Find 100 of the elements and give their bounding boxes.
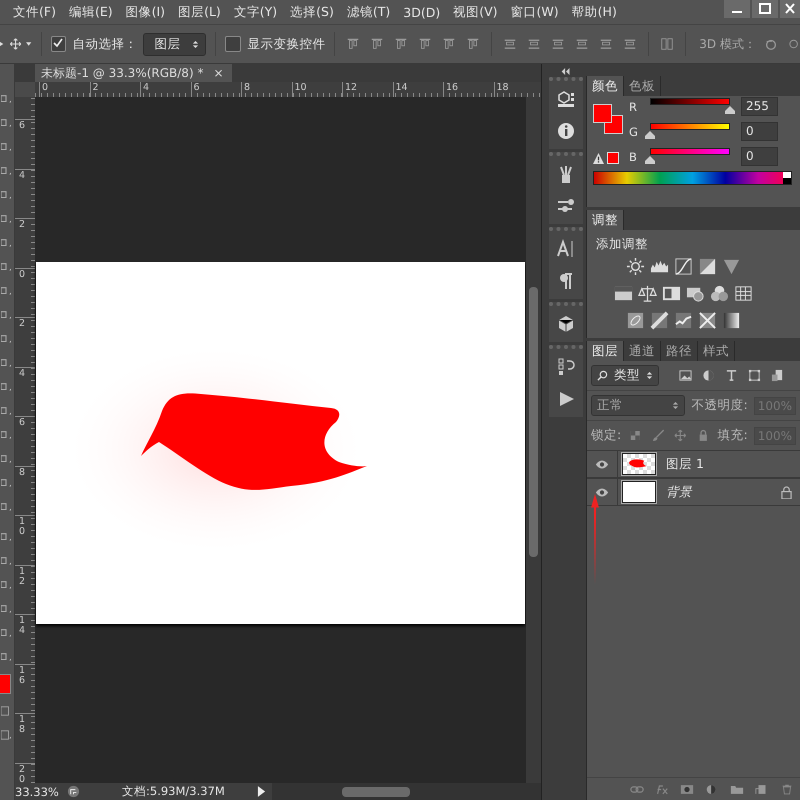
align-icon[interactable]	[370, 37, 384, 51]
vertical-scrollbar[interactable]	[526, 97, 541, 783]
target-dropdown[interactable]: 图层	[143, 32, 206, 56]
quick-mask-icon[interactable]	[1, 704, 11, 718]
panel-tab[interactable]: 调整	[587, 210, 624, 230]
layer-row[interactable]: 背景	[587, 478, 800, 506]
eye-icon[interactable]	[595, 460, 609, 468]
adjustment-filter-icon[interactable]	[702, 369, 715, 382]
info-icon[interactable]	[556, 121, 576, 141]
ruler-label: 6	[190, 82, 241, 97]
grid-icon[interactable]	[734, 284, 753, 303]
distribute-icon[interactable]	[551, 37, 566, 51]
channel-value-field[interactable]: 0	[741, 147, 778, 166]
mask-icon[interactable]	[680, 784, 694, 794]
brightness-icon[interactable]	[626, 257, 645, 276]
move-icon[interactable]	[674, 429, 687, 442]
link-icon[interactable]	[630, 784, 644, 794]
align-icon[interactable]	[466, 37, 480, 51]
lock-icon[interactable]	[696, 429, 710, 442]
align-icon[interactable]	[394, 37, 408, 51]
distribute-icon[interactable]	[623, 37, 638, 51]
maximize-icon[interactable]	[752, 0, 778, 18]
distribute-icon[interactable]	[599, 37, 614, 51]
menu-item[interactable]: 图像(I)	[126, 4, 166, 20]
effects-icon[interactable]	[655, 784, 669, 794]
menu-item[interactable]: 文字(Y)	[234, 4, 278, 20]
mixer-icon[interactable]	[710, 284, 729, 303]
brush-icon[interactable]	[652, 429, 664, 442]
menu-item[interactable]: 文件(F)	[13, 4, 56, 20]
menu-item[interactable]: 帮助(H)	[572, 4, 617, 20]
eye-icon[interactable]	[595, 488, 609, 496]
menu-item[interactable]: 选择(S)	[290, 4, 334, 20]
ruler-label: 12	[342, 82, 392, 97]
blend-mode-dropdown[interactable]: 正常	[591, 395, 686, 416]
move-tool-icon[interactable]	[0, 37, 32, 51]
ruler-label: 4	[19, 170, 26, 181]
auto-select-checkbox[interactable]	[50, 36, 66, 52]
color-spectrum[interactable]	[593, 171, 792, 185]
menu-item[interactable]: 滤镜(T)	[346, 4, 390, 20]
show-transform-checkbox[interactable]	[225, 36, 242, 52]
panel-tab[interactable]: 通道	[624, 341, 661, 361]
document-tab[interactable]: 未标题-1 @ 33.3%(RGB/8) * ×	[35, 64, 232, 82]
warning-icon[interactable]	[593, 152, 604, 164]
folder-icon[interactable]	[730, 784, 744, 794]
ruler-label: 2	[19, 220, 26, 230]
menu-item[interactable]: 编辑(E)	[68, 4, 113, 20]
split-square-icon[interactable]	[662, 284, 681, 303]
panel-tab[interactable]: 路径	[661, 341, 698, 361]
channel-label: R	[629, 100, 638, 114]
shape-filter-icon[interactable]	[748, 369, 761, 382]
panel-tab[interactable]: 样式	[698, 341, 735, 361]
ruler-label: 8	[19, 468, 26, 478]
smart-object-filter-icon[interactable]	[771, 369, 784, 382]
text-filter-icon[interactable]	[725, 369, 738, 382]
channel-value-field[interactable]: 255	[741, 97, 778, 116]
align-icon[interactable]	[418, 37, 432, 51]
distribute-icon[interactable]	[527, 37, 542, 51]
layer-name[interactable]: 图层 1	[666, 456, 704, 472]
screen-mode-icon[interactable]	[1, 728, 11, 742]
slider-thumb[interactable]	[645, 130, 655, 138]
close-icon[interactable]	[780, 0, 800, 18]
align-icon[interactable]	[442, 37, 456, 51]
filter-dropdown[interactable]: 类型	[591, 365, 659, 386]
trash-icon[interactable]	[780, 784, 794, 794]
ruler-label: 2	[90, 82, 140, 97]
channel-value-field[interactable]: 0	[741, 122, 778, 141]
layer-name[interactable]: 背景	[666, 484, 692, 500]
image-filter-icon[interactable]	[679, 369, 692, 382]
play-icon[interactable]	[257, 786, 266, 797]
ruler-label: 16	[443, 82, 494, 97]
collapse-icon[interactable]	[560, 68, 570, 75]
panel-tab[interactable]: 颜色	[587, 76, 624, 96]
gamut-swatch[interactable]	[607, 152, 619, 164]
slider-thumb[interactable]	[645, 156, 655, 164]
zoom-level[interactable]: 33.33%	[15, 784, 67, 798]
color-swatches[interactable]	[593, 104, 623, 134]
align-icon[interactable]	[346, 37, 360, 51]
channel-label: B	[629, 150, 638, 164]
menu-item[interactable]: 窗口(W)	[510, 4, 559, 20]
character-icon[interactable]	[556, 239, 576, 259]
gradient-map-icon[interactable]	[722, 311, 741, 330]
auto-align-icon[interactable]	[660, 37, 674, 51]
search-icon	[597, 370, 608, 381]
curves-icon[interactable]	[674, 257, 693, 276]
minimize-icon[interactable]	[724, 0, 750, 18]
menu-item[interactable]: 视图(V)	[453, 4, 498, 20]
distribute-icon[interactable]	[575, 37, 590, 51]
menu-item[interactable]: 3D(D)	[403, 4, 440, 20]
auto-select-label: 自动选择：	[72, 36, 138, 52]
panel-tab[interactable]: 色板	[624, 76, 661, 96]
layer-row[interactable]: 图层 1	[587, 450, 800, 478]
panel-tab[interactable]: 图层	[587, 341, 624, 361]
menu-item[interactable]: 图层(L)	[178, 4, 221, 20]
close-tab-button[interactable]: ×	[213, 66, 224, 80]
slider-thumb[interactable]	[725, 106, 735, 114]
foreground-color-swatch[interactable]	[0, 674, 11, 694]
triangle-icon[interactable]	[722, 257, 741, 276]
distribute-icon[interactable]	[503, 37, 518, 51]
horizontal-scrollbar[interactable]	[272, 783, 541, 800]
scales-icon[interactable]	[638, 284, 657, 303]
